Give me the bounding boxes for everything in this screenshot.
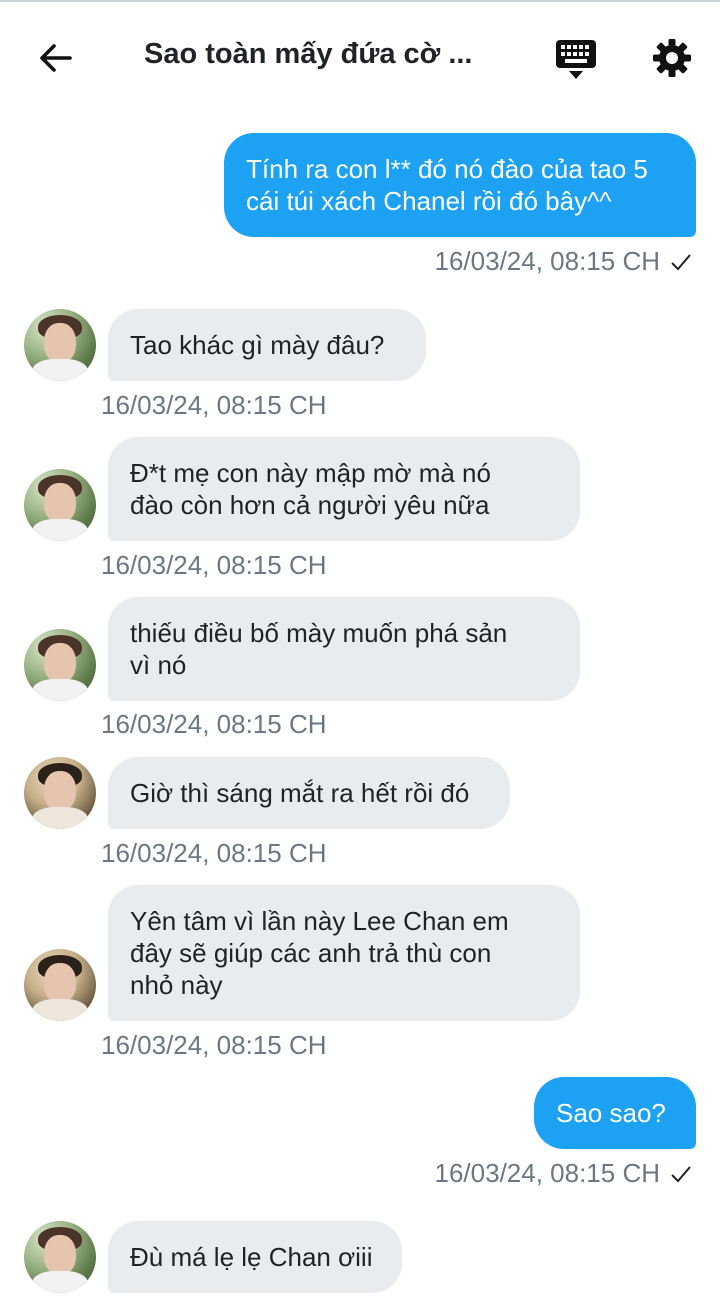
timestamp-text: 16/03/24, 08:15 CH	[101, 390, 327, 420]
message-text-line: Giờ thì sáng mắt ra hết rồi đó	[130, 778, 470, 808]
check-icon	[671, 1165, 691, 1182]
avatar[interactable]	[24, 1221, 96, 1293]
timestamp-text: 16/03/24, 08:15 CH	[434, 1158, 661, 1188]
message-timestamp: 16/03/24, 08:15 CH	[101, 709, 327, 740]
keyboard-icon	[556, 40, 596, 79]
incoming-message-bubble[interactable]: thiếu điều bố mày muốn phá sản vì nó	[108, 597, 580, 701]
incoming-message-bubble[interactable]: Yên tâm vì lần này Lee Chan em đây sẽ gi…	[108, 885, 580, 1021]
incoming-message-bubble[interactable]: Tao khác gì mày đâu?	[108, 309, 426, 381]
chat-title[interactable]: Sao toàn mấy đứa cờ ...	[144, 38, 484, 71]
incoming-message-bubble[interactable]: Giờ thì sáng mắt ra hết rồi đó	[108, 757, 510, 829]
message-text-line: Đù má lẹ lẹ Chan ơiii	[130, 1242, 373, 1272]
arrow-left-icon	[40, 44, 72, 72]
message-text-line: cái túi xách Chanel rồi đó bây^^	[246, 186, 612, 216]
message-timestamp: 16/03/24, 08:15 CH	[435, 1158, 693, 1189]
message-text-line: thiếu điều bố mày muốn phá sản	[130, 618, 508, 648]
avatar[interactable]	[24, 757, 96, 829]
message-timestamp: 16/03/24, 08:15 CH	[101, 838, 327, 869]
check-icon	[671, 253, 691, 270]
message-text-line: Yên tâm vì lần này Lee Chan em	[130, 906, 509, 936]
outgoing-message-bubble[interactable]: Sao sao?	[534, 1077, 696, 1149]
timestamp-text: 16/03/24, 08:15 CH	[434, 246, 661, 276]
avatar[interactable]	[24, 629, 96, 701]
message-timestamp: 16/03/24, 08:15 CH	[101, 390, 327, 421]
outgoing-message-bubble[interactable]: Tính ra con l** đó nó đào của tao 5 cái …	[224, 133, 696, 237]
message-text-line: đào còn hơn cả người yêu nữa	[130, 490, 490, 520]
message-timestamp: 16/03/24, 08:15 CH	[435, 246, 693, 277]
timestamp-text: 16/03/24, 08:15 CH	[101, 709, 327, 739]
keyboard-button[interactable]	[546, 30, 606, 90]
avatar[interactable]	[24, 309, 96, 381]
message-text-line: Tao khác gì mày đâu?	[130, 330, 385, 360]
gear-icon	[653, 39, 691, 77]
message-text-line: đây sẽ giúp các anh trả thù con	[130, 938, 492, 968]
avatar[interactable]	[24, 949, 96, 1021]
chat-screen: Sao toàn mấy đứa cờ ... Tính ra con l** …	[0, 0, 720, 1299]
back-button[interactable]	[26, 28, 86, 88]
message-text-line: nhỏ này	[130, 970, 223, 1000]
timestamp-text: 16/03/24, 08:15 CH	[101, 838, 327, 868]
timestamp-text: 16/03/24, 08:15 CH	[101, 550, 327, 580]
message-text-line: Đ*t mẹ con này mập mờ mà nó	[130, 458, 491, 488]
avatar[interactable]	[24, 469, 96, 541]
incoming-message-bubble[interactable]: Đ*t mẹ con này mập mờ mà nó đào còn hơn …	[108, 437, 580, 541]
incoming-message-bubble[interactable]: Đù má lẹ lẹ Chan ơiii	[108, 1221, 402, 1293]
message-text-line: vì nó	[130, 650, 187, 680]
message-timestamp: 16/03/24, 08:15 CH	[101, 1030, 327, 1061]
chat-header: Sao toàn mấy đứa cờ ...	[0, 2, 720, 110]
settings-button[interactable]	[642, 28, 702, 88]
timestamp-text: 16/03/24, 08:15 CH	[101, 1030, 327, 1060]
message-timestamp: 16/03/24, 08:15 CH	[101, 550, 327, 581]
message-text-line: Sao sao?	[556, 1098, 666, 1128]
message-text-line: Tính ra con l** đó nó đào của tao 5	[246, 154, 648, 184]
